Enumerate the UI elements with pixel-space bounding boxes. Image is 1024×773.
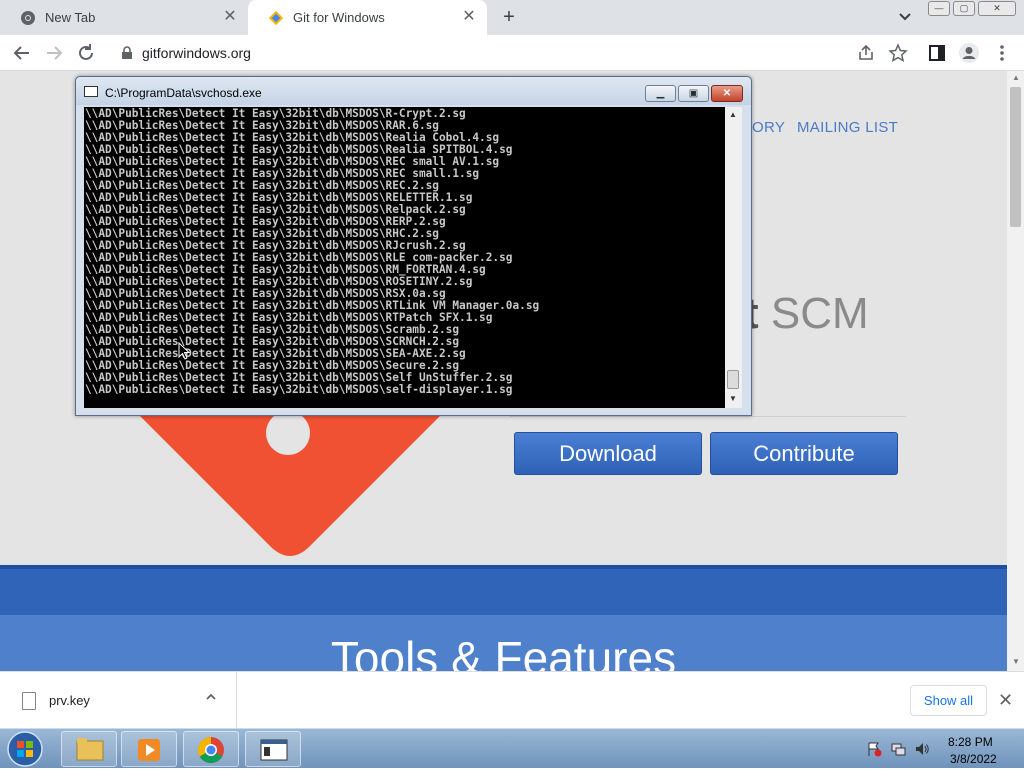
mouse-cursor-icon <box>178 342 190 360</box>
download-button[interactable]: Download <box>514 432 702 475</box>
scroll-up-icon[interactable]: ▲ <box>1011 73 1021 82</box>
new-tab-button[interactable]: + <box>499 7 519 27</box>
back-arrow-icon[interactable] <box>11 42 33 64</box>
url-text: gitforwindows.org <box>142 45 251 61</box>
close-window-button[interactable]: ✕ <box>978 1 1016 16</box>
console-minimize-button[interactable]: ▁ <box>645 85 676 102</box>
tab-title: Git for Windows <box>293 10 385 25</box>
clock-date[interactable]: 3/8/2022 <box>950 752 997 766</box>
taskbar-media-player[interactable] <box>121 731 177 767</box>
profile-avatar-icon[interactable] <box>958 42 980 64</box>
minimize-window-button[interactable]: — <box>928 1 950 16</box>
download-file-name: prv.key <box>49 693 90 708</box>
console-window[interactable]: C:\ProgramData\svchosd.exe ▁ ▣ ✕ \\AD\Pu… <box>75 76 752 416</box>
network-icon[interactable] <box>890 741 906 757</box>
taskbar-console[interactable] <box>245 731 301 767</box>
console-maximize-button[interactable]: ▣ <box>678 85 709 102</box>
tab-strip: New Tab ✕ Git for Windows ✕ + — ▢ ✕ <box>0 0 1024 35</box>
scrollbar-thumb[interactable] <box>1010 87 1021 227</box>
page-scrollbar[interactable]: ▲ ▼ <box>1007 71 1024 671</box>
chrome-icon <box>197 736 224 764</box>
folder-icon <box>76 738 104 761</box>
console-output[interactable]: \\AD\PublicRes\Detect It Easy\32bit\db\M… <box>84 107 725 408</box>
console-scrollbar[interactable]: ▲ ▼ <box>725 107 742 408</box>
console-app-icon <box>84 86 98 97</box>
downloads-bar: prv.key Show all ✕ <box>0 671 1024 728</box>
lock-icon <box>122 46 132 59</box>
scroll-down-icon[interactable]: ▼ <box>729 394 737 403</box>
start-button[interactable] <box>4 729 46 769</box>
chevron-up-icon[interactable] <box>205 692 217 702</box>
side-panel-icon[interactable] <box>926 42 948 64</box>
bookmark-star-icon[interactable] <box>887 42 909 64</box>
git-logo-icon <box>140 411 440 556</box>
divider <box>510 416 906 417</box>
console-title: C:\ProgramData\svchosd.exe <box>105 86 262 100</box>
headline-text: SCM <box>758 289 869 338</box>
close-tab-icon[interactable]: ✕ <box>461 9 477 25</box>
git-diamond-icon <box>268 10 284 25</box>
clock-time[interactable]: 8:28 PM <box>948 735 993 749</box>
action-center-flag-icon[interactable] <box>866 741 882 757</box>
scrollbar-thumb[interactable] <box>727 370 739 389</box>
share-icon[interactable] <box>855 42 877 64</box>
system-tray <box>858 729 1024 769</box>
close-tab-icon[interactable]: ✕ <box>222 9 238 25</box>
console-close-button[interactable]: ✕ <box>711 85 743 102</box>
media-player-icon <box>138 739 160 761</box>
blue-band <box>0 565 1007 615</box>
features-heading: Tools & Features <box>330 632 677 671</box>
console-titlebar[interactable]: C:\ProgramData\svchosd.exe ▁ ▣ ✕ <box>76 77 751 105</box>
console-app-icon <box>260 739 288 761</box>
address-bar[interactable]: gitforwindows.org <box>104 39 912 67</box>
more-menu-icon[interactable] <box>991 42 1013 64</box>
scroll-up-icon[interactable]: ▲ <box>729 110 737 119</box>
volume-icon[interactable] <box>914 741 930 757</box>
forward-arrow-icon[interactable] <box>43 42 65 64</box>
show-all-button[interactable]: Show all <box>910 685 987 716</box>
taskbar-chrome[interactable] <box>183 731 239 767</box>
close-downloads-icon[interactable]: ✕ <box>998 690 1013 711</box>
scroll-down-icon[interactable]: ▼ <box>1011 657 1021 666</box>
restore-window-button[interactable]: ▢ <box>953 1 975 16</box>
nav-link-history[interactable]: ORY <box>752 119 785 136</box>
reload-icon[interactable] <box>75 42 97 64</box>
tab-git-for-windows[interactable]: Git for Windows ✕ <box>248 0 487 35</box>
download-item[interactable]: prv.key <box>0 672 237 728</box>
contribute-button[interactable]: Contribute <box>710 432 898 475</box>
browser-toolbar: gitforwindows.org <box>0 35 1024 71</box>
headline: t SCM <box>744 289 869 339</box>
chevron-down-icon[interactable] <box>896 9 914 25</box>
tab-title: New Tab <box>45 10 96 25</box>
file-icon <box>22 692 36 710</box>
taskbar-explorer[interactable] <box>61 731 117 767</box>
tab-new-tab[interactable]: New Tab ✕ <box>0 0 248 35</box>
taskbar: 8:28 PM 3/8/2022 <box>0 728 1024 768</box>
chrome-icon <box>21 10 35 25</box>
console-line: \\AD\PublicRes\Detect It Easy\32bit\db\M… <box>85 383 513 396</box>
nav-link-mailing-list[interactable]: MAILING LIST <box>797 119 898 136</box>
